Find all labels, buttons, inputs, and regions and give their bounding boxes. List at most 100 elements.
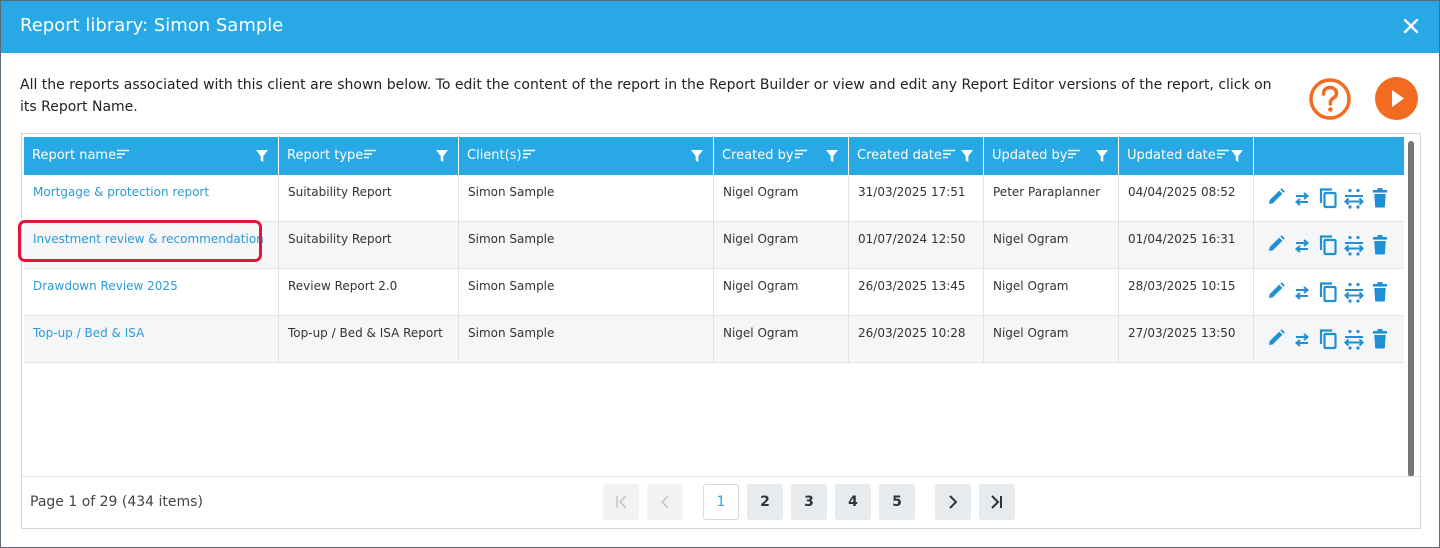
cell-created-date: 26/03/2025 13:45 <box>849 269 984 315</box>
copy-icon[interactable] <box>1318 187 1338 209</box>
merge-icon[interactable] <box>1344 328 1364 350</box>
cell-updated-by: Nigel Ogram <box>984 316 1119 362</box>
cell-created-date-text: 31/03/2025 17:51 <box>858 185 966 199</box>
dialog-title: Report library: Simon Sample <box>20 15 284 36</box>
column-header-actions <box>1254 137 1404 175</box>
last-page-button[interactable] <box>979 484 1015 520</box>
chevron-right-icon <box>949 495 958 509</box>
cell-clients-text: Simon Sample <box>468 326 555 340</box>
column-header-created-by[interactable]: Created by <box>714 137 849 175</box>
filter-icon[interactable] <box>1230 149 1244 163</box>
cell-report-type: Suitability Report <box>279 175 459 221</box>
play-icon[interactable] <box>1375 77 1418 120</box>
cell-updated-by: Nigel Ogram <box>984 222 1119 268</box>
pencil-icon[interactable] <box>1266 281 1286 303</box>
cell-updated-by-text: Nigel Ogram <box>993 279 1069 293</box>
next-page-button[interactable] <box>935 484 971 520</box>
cell-created-date: 01/07/2024 12:50 <box>849 222 984 268</box>
page-button-4[interactable]: 4 <box>835 484 871 520</box>
sort-icon[interactable] <box>1068 149 1081 159</box>
sort-icon[interactable] <box>364 149 377 159</box>
cell-report-type-text: Top-up / Bed & ISA Report <box>288 326 443 340</box>
column-label: Created by <box>722 148 794 163</box>
column-label: Report type <box>287 148 364 163</box>
merge-icon[interactable] <box>1344 281 1364 303</box>
pencil-icon[interactable] <box>1266 187 1286 209</box>
filter-icon[interactable] <box>435 149 449 163</box>
cell-updated-by-text: Nigel Ogram <box>993 326 1069 340</box>
scrollbar-thumb[interactable] <box>1408 141 1414 477</box>
cell-report-name[interactable]: Drawdown Review 2025 <box>24 269 279 315</box>
copy-icon[interactable] <box>1318 234 1338 256</box>
cell-created-by: Nigel Ogram <box>714 175 849 221</box>
filter-icon[interactable] <box>825 149 839 163</box>
merge-icon[interactable] <box>1344 187 1364 209</box>
cell-updated-by: Nigel Ogram <box>984 269 1119 315</box>
pencil-icon[interactable] <box>1266 234 1286 256</box>
sort-icon[interactable] <box>794 149 807 159</box>
report-name-link[interactable]: Top-up / Bed & ISA <box>33 326 144 340</box>
sort-icon[interactable] <box>522 149 535 159</box>
column-header-report-type[interactable]: Report type <box>279 137 459 175</box>
previous-page-button[interactable] <box>647 484 683 520</box>
filter-icon[interactable] <box>255 149 269 163</box>
cell-report-name[interactable]: Mortgage & protection report <box>24 175 279 221</box>
row-actions <box>1254 175 1404 221</box>
question-circle-icon[interactable] <box>1308 77 1352 121</box>
table-row: Drawdown Review 2025 Review Report 2.0 Sim… <box>24 269 1404 316</box>
column-label: Updated date <box>1127 148 1216 163</box>
close-icon[interactable] <box>1401 16 1421 36</box>
column-header-created-date[interactable]: Created date <box>849 137 984 175</box>
cell-report-name[interactable]: Investment review & recommendation <box>24 222 279 268</box>
trash-icon[interactable] <box>1370 328 1390 350</box>
page-button-5[interactable]: 5 <box>879 484 915 520</box>
pencil-icon[interactable] <box>1266 328 1286 350</box>
sort-icon[interactable] <box>1216 149 1229 159</box>
column-header-updated-by[interactable]: Updated by <box>984 137 1119 175</box>
swap-arrows-icon[interactable] <box>1292 234 1312 256</box>
column-label: Created date <box>857 148 942 163</box>
cell-clients: Simon Sample <box>459 269 714 315</box>
row-actions <box>1254 269 1404 315</box>
cell-created-date: 31/03/2025 17:51 <box>849 175 984 221</box>
row-actions <box>1254 316 1404 362</box>
cell-clients-text: Simon Sample <box>468 232 555 246</box>
filter-icon[interactable] <box>690 149 704 163</box>
report-name-link[interactable]: Mortgage & protection report <box>33 185 209 199</box>
vertical-scrollbar[interactable] <box>1406 137 1416 477</box>
page-button-1[interactable]: 1 <box>703 484 739 520</box>
cell-updated-by-text: Nigel Ogram <box>993 232 1069 246</box>
cell-updated-date: 01/04/2025 16:31 <box>1119 222 1254 268</box>
report-name-link[interactable]: Investment review & recommendation <box>33 232 264 246</box>
sort-icon[interactable] <box>942 149 955 159</box>
swap-arrows-icon[interactable] <box>1292 281 1312 303</box>
cell-created-date-text: 26/03/2025 13:45 <box>858 279 966 293</box>
column-header-report-name[interactable]: Report name <box>24 137 279 175</box>
merge-icon[interactable] <box>1344 234 1364 256</box>
trash-icon[interactable] <box>1370 281 1390 303</box>
filter-icon[interactable] <box>1095 149 1109 163</box>
cell-report-type: Review Report 2.0 <box>279 269 459 315</box>
copy-icon[interactable] <box>1318 281 1338 303</box>
chevron-left-icon <box>660 495 669 509</box>
sort-icon[interactable] <box>117 149 130 159</box>
copy-icon[interactable] <box>1318 328 1338 350</box>
cell-updated-date-text: 04/04/2025 08:52 <box>1128 185 1236 199</box>
trash-icon[interactable] <box>1370 187 1390 209</box>
page-button-3[interactable]: 3 <box>791 484 827 520</box>
column-header-updated-date[interactable]: Updated date <box>1119 137 1254 175</box>
trash-icon[interactable] <box>1370 234 1390 256</box>
cell-clients-text: Simon Sample <box>468 185 555 199</box>
cell-updated-date: 28/03/2025 10:15 <box>1119 269 1254 315</box>
swap-arrows-icon[interactable] <box>1292 187 1312 209</box>
swap-arrows-icon[interactable] <box>1292 328 1312 350</box>
row-actions <box>1254 222 1404 268</box>
column-header-clients[interactable]: Client(s) <box>459 137 714 175</box>
report-name-link[interactable]: Drawdown Review 2025 <box>33 279 178 293</box>
grid-body: Mortgage & protection report Suitability … <box>24 175 1404 363</box>
first-page-button[interactable] <box>603 484 639 520</box>
page-button-2[interactable]: 2 <box>747 484 783 520</box>
filter-icon[interactable] <box>960 149 974 163</box>
column-label: Updated by <box>992 148 1068 163</box>
cell-report-name[interactable]: Top-up / Bed & ISA <box>24 316 279 362</box>
